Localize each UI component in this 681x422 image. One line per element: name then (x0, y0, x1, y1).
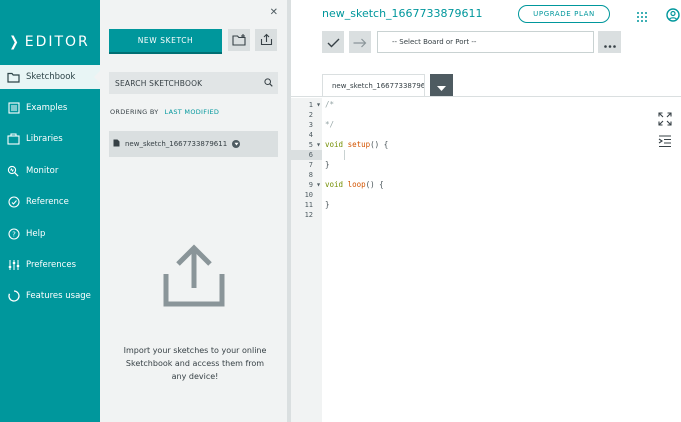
file-icon (113, 139, 120, 149)
fullscreen-icon[interactable] (658, 111, 672, 130)
nav-item-reference[interactable]: Reference (0, 190, 100, 214)
search-icon[interactable] (264, 78, 273, 89)
nav-item-features-usage[interactable]: Features usage (0, 284, 100, 308)
nav-item-label: Monitor (26, 166, 59, 176)
nav-item-label: Features usage (26, 291, 91, 301)
user-icon[interactable] (666, 7, 680, 26)
verify-button[interactable] (322, 31, 344, 53)
nav-item-examples[interactable]: Examples (0, 96, 100, 120)
line-number: 3 (308, 121, 313, 129)
app-root: ❯ EDITOR Sketchbook Examples Libraries M… (0, 0, 681, 422)
sketch-name: new_sketch_1667733879611 (125, 140, 228, 148)
nav-item-sketchbook[interactable]: Sketchbook (0, 65, 100, 89)
search-input[interactable]: SEARCH SKETCHBOOK (109, 72, 278, 94)
more-options-button[interactable] (598, 31, 621, 53)
nav-item-label: Examples (26, 103, 68, 113)
fold-arrow-icon[interactable]: ▼ (317, 100, 320, 110)
code-line[interactable]: } (325, 160, 330, 170)
check-icon (327, 33, 340, 52)
grid-icon[interactable] (636, 8, 648, 27)
ordering-row: ORDERING BY LAST MODIFIED (110, 108, 219, 116)
line-number: 4 (308, 131, 313, 139)
svg-text:?: ? (12, 231, 16, 239)
new-folder-button[interactable] (228, 29, 250, 51)
import-icon (161, 244, 227, 312)
nav-item-help[interactable]: ? Help (0, 222, 100, 246)
line-number: 10 (304, 191, 313, 199)
sketch-options-icon[interactable] (232, 140, 241, 148)
fold-arrow-icon[interactable]: ▼ (317, 140, 320, 150)
chevron-right-icon: ❯ (9, 34, 21, 50)
folder-icon (7, 71, 20, 84)
close-icon[interactable]: ✕ (270, 7, 278, 18)
sketch-title[interactable]: new_sketch_1667733879611 (322, 7, 483, 20)
tab-sketch-file[interactable]: new_sketch_1667733879611.ino (322, 74, 425, 96)
nav-item-monitor[interactable]: Monitor (0, 159, 100, 183)
fold-arrow-icon[interactable]: ▼ (317, 180, 320, 190)
new-folder-icon (232, 31, 246, 50)
nav-item-label: Preferences (26, 260, 76, 270)
editor-logo: ❯ EDITOR (8, 34, 90, 50)
logo-text: EDITOR (24, 34, 90, 50)
line-number-active: 6 (291, 150, 322, 160)
nav-item-label: Sketchbook (26, 72, 76, 82)
import-description: Import your sketches to your online Sket… (123, 346, 267, 381)
nav-item-libraries[interactable]: Libraries (0, 127, 100, 151)
code-line[interactable]: void loop() { (325, 180, 384, 190)
upgrade-plan-button[interactable]: UPGRADE PLAN (518, 5, 610, 23)
nav-item-preferences[interactable]: Preferences (0, 253, 100, 277)
arrow-right-icon (353, 33, 367, 52)
sketchbook-panel: ✕ NEW SKETCH SEARCH SKETCHBOOK ORDERING … (100, 0, 287, 422)
left-nav: ❯ EDITOR Sketchbook Examples Libraries M… (0, 0, 100, 422)
more-dots-icon (603, 33, 616, 52)
examples-icon (7, 102, 20, 115)
ordering-label: ORDERING BY (110, 108, 159, 116)
code-line[interactable]: } (325, 200, 330, 210)
features-usage-icon (7, 290, 20, 303)
code-line[interactable]: void setup() { (325, 140, 388, 150)
nav-item-label: Reference (26, 197, 69, 207)
text-cursor (344, 150, 345, 160)
nav-item-label: Libraries (26, 134, 63, 144)
libraries-icon (7, 133, 20, 146)
nav-item-label: Help (26, 229, 46, 239)
line-number: 7 (308, 161, 313, 169)
reference-icon (7, 196, 20, 209)
search-placeholder: SEARCH SKETCHBOOK (115, 78, 203, 88)
sketch-list-item[interactable]: new_sketch_1667733879611 (109, 131, 278, 157)
upload-button[interactable] (349, 31, 371, 53)
board-select[interactable]: -- Select Board or Port -- (377, 31, 594, 53)
new-sketch-button[interactable]: NEW SKETCH (109, 29, 222, 52)
code-line[interactable]: */ (325, 120, 334, 130)
line-number: 11 (304, 201, 313, 209)
help-icon: ? (7, 228, 20, 241)
line-number: 12 (304, 211, 313, 219)
chevron-down-icon (437, 76, 446, 95)
tab-menu-button[interactable] (430, 74, 453, 96)
indent-icon[interactable] (658, 133, 672, 152)
code-line[interactable]: /* (325, 100, 334, 110)
monitor-icon (7, 165, 20, 178)
upload-icon (260, 31, 273, 50)
line-number: 8 (308, 171, 313, 179)
sliders-icon (7, 259, 20, 272)
line-number: 2 (308, 111, 313, 119)
import-button[interactable] (255, 29, 277, 51)
tab-bar-divider (291, 96, 681, 97)
ordering-value-link[interactable]: LAST MODIFIED (165, 108, 220, 116)
